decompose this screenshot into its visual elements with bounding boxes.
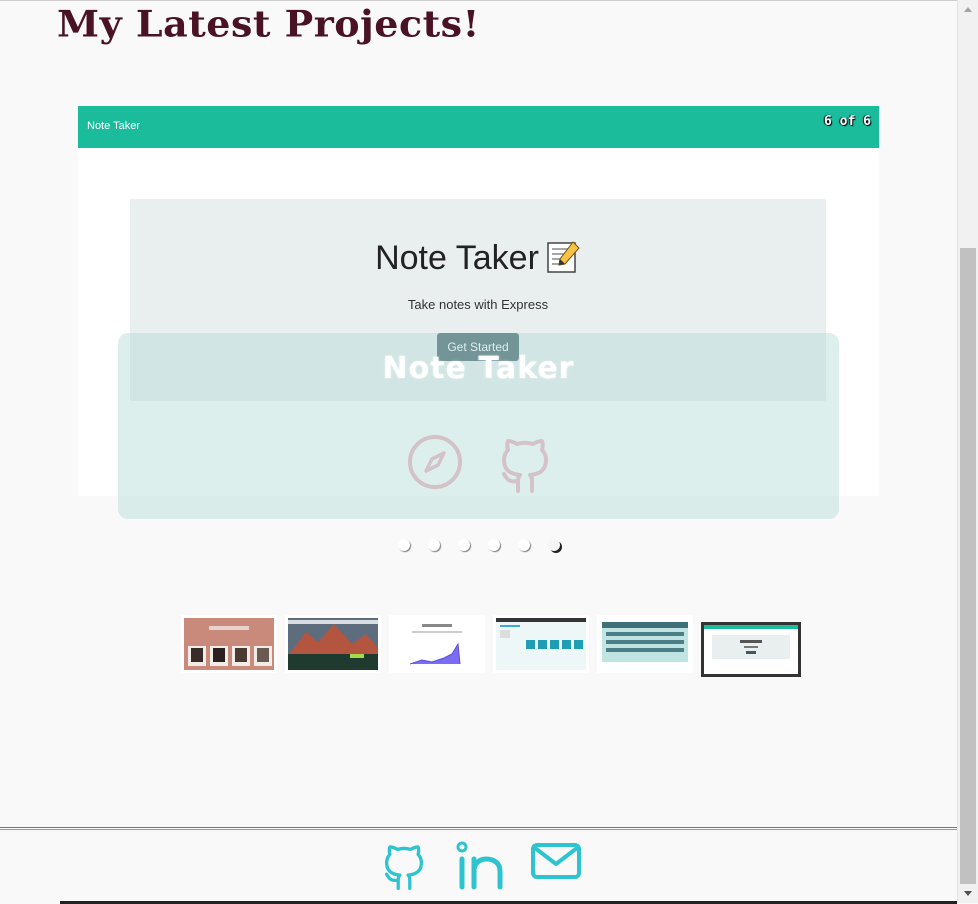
carousel-dot-5[interactable] [518, 539, 530, 551]
thumbnail-strip [181, 615, 801, 677]
page-title: My Latest Projects! [57, 2, 480, 45]
scroll-down-arrow-icon[interactable] [964, 891, 972, 896]
thumbnail-1[interactable] [181, 615, 277, 673]
thumbnail-3[interactable] [389, 615, 485, 673]
carousel-dot-1[interactable] [398, 539, 410, 551]
slide-nav-brand: Note Taker [87, 120, 140, 132]
github-icon[interactable] [380, 839, 428, 898]
carousel-dot-4[interactable] [488, 539, 500, 551]
footer-divider [0, 827, 957, 830]
thumbnail-6-active[interactable] [701, 622, 801, 677]
carousel-dot-6[interactable] [548, 539, 560, 551]
slide-counter: 6 of 6 [824, 114, 871, 129]
project-caption: Note Taker [118, 333, 839, 519]
carousel-indicators [398, 539, 560, 551]
scroll-up-arrow-icon[interactable] [964, 7, 972, 12]
linkedin-icon[interactable] [454, 839, 504, 898]
caption-title: Note Taker [382, 351, 575, 386]
jumbotron-title-row: Note Taker [130, 239, 826, 284]
memo-icon [545, 239, 581, 284]
jumbotron-title: Note Taker [375, 239, 539, 277]
compass-icon[interactable] [406, 433, 464, 495]
jumbotron-subtitle: Take notes with Express [407, 297, 549, 312]
github-icon[interactable] [496, 433, 554, 495]
mail-icon[interactable] [530, 839, 582, 898]
slide-navbar: Note Taker 6 of 6 [78, 106, 879, 148]
vertical-scrollbar[interactable] [957, 0, 978, 903]
page: My Latest Projects! Note Taker 6 of 6 No… [0, 0, 957, 904]
carousel-dot-3[interactable] [458, 539, 470, 551]
caption-links [406, 433, 554, 495]
footer-links [380, 839, 582, 898]
carousel-dot-2[interactable] [428, 539, 440, 551]
thumbnail-5[interactable] [597, 615, 693, 673]
thumbnail-2[interactable] [285, 615, 381, 673]
scrollbar-thumb[interactable] [960, 248, 976, 884]
thumbnail-4[interactable] [493, 615, 589, 673]
